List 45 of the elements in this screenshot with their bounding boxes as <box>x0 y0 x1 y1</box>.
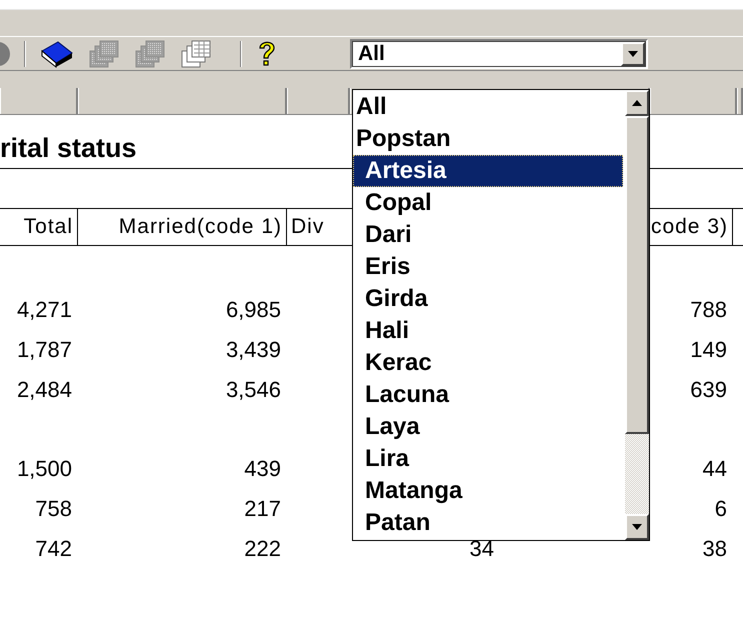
table-cell: 3,546 <box>226 377 281 402</box>
table-cell: 439 <box>244 456 281 481</box>
table-cell: 38 <box>702 536 727 561</box>
table-cell: 758 <box>35 496 72 521</box>
table-cell: 6 <box>714 496 727 521</box>
table-cell: 44 <box>702 456 727 481</box>
dropdown-option[interactable]: Girda <box>353 283 623 315</box>
dropdown-option[interactable]: Laya <box>353 411 623 443</box>
table-cell: 6,985 <box>226 297 281 322</box>
table-pages-icon[interactable] <box>180 39 212 69</box>
dropdown-option[interactable]: Artesia <box>353 155 623 187</box>
dropdown-option[interactable]: Popstan <box>353 123 623 155</box>
filter-dropdown[interactable]: All <box>350 39 648 69</box>
table-cell: 3,439 <box>226 337 281 362</box>
scroll-thumb[interactable] <box>625 116 649 434</box>
dropdown-option[interactable]: Kerac <box>353 347 623 379</box>
caret-up-icon <box>632 100 642 106</box>
scroll-down-button[interactable] <box>625 514 649 540</box>
table-cell: 222 <box>244 536 281 561</box>
table-cell: 639 <box>690 377 727 402</box>
table-cell: 149 <box>690 337 727 362</box>
table-cell: 742 <box>35 536 72 561</box>
report-title: rital status <box>0 132 137 165</box>
table-cell: 2,484 <box>16 377 72 402</box>
column-header: Total <box>0 209 78 245</box>
table-cell: 4,271 <box>16 297 72 322</box>
table-cell: 1,500 <box>16 456 72 481</box>
scrollbar[interactable] <box>625 90 649 540</box>
table-cell: 34 <box>470 536 494 561</box>
dropdown-button[interactable] <box>621 42 645 66</box>
dropdown-option[interactable]: Hali <box>353 315 623 347</box>
dropdown-option[interactable]: Patan <box>353 507 623 539</box>
table-cell: 217 <box>244 496 281 521</box>
dropdown-option[interactable]: Eris <box>353 251 623 283</box>
table-cell: 788 <box>690 297 727 322</box>
caret-icon <box>628 51 638 57</box>
dropdown-option[interactable]: Lira <box>353 443 623 475</box>
scroll-up-button[interactable] <box>625 90 649 116</box>
table-cell: 1,787 <box>16 337 72 362</box>
dropdown-option[interactable]: Matanga <box>353 475 623 507</box>
dropdown-option[interactable]: Lacuna <box>353 379 623 411</box>
dropdown-option[interactable]: All <box>353 91 623 123</box>
book-icon[interactable] <box>40 39 74 69</box>
column-header: Married(code 1) <box>78 209 287 245</box>
caret-icon <box>632 524 642 530</box>
